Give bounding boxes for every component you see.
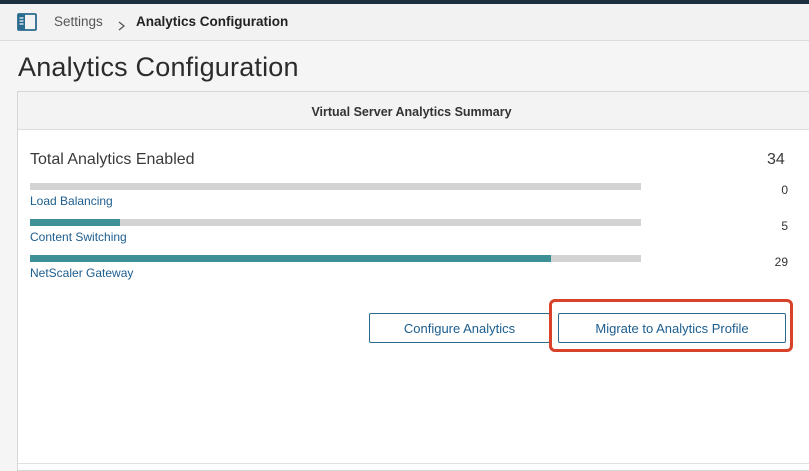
netscaler-gateway-bar bbox=[30, 255, 641, 262]
configure-analytics-button[interactable]: Configure Analytics bbox=[369, 313, 550, 343]
netscaler-gateway-count: 29 bbox=[774, 255, 788, 269]
content-switching-link[interactable]: Content Switching bbox=[30, 230, 127, 244]
load-balancing-bar bbox=[30, 183, 641, 190]
content-switching-count: 5 bbox=[781, 219, 788, 233]
highlight-annotation bbox=[549, 299, 793, 352]
total-analytics-value: 34 bbox=[767, 151, 785, 168]
breadcrumb-current: Analytics Configuration bbox=[136, 14, 289, 29]
breadcrumb: Settings Analytics Configuration bbox=[0, 4, 809, 41]
chevron-right-icon bbox=[117, 18, 126, 31]
panel-header: Virtual Server Analytics Summary bbox=[18, 92, 809, 130]
content-switching-bar-fill bbox=[30, 219, 120, 226]
content-switching-bar bbox=[30, 219, 641, 226]
load-balancing-link[interactable]: Load Balancing bbox=[30, 194, 113, 208]
load-balancing-count: 0 bbox=[781, 183, 788, 197]
breadcrumb-settings-link[interactable]: Settings bbox=[54, 14, 103, 29]
panel-divider bbox=[18, 463, 809, 464]
total-analytics-label: Total Analytics Enabled bbox=[30, 151, 195, 168]
netscaler-gateway-bar-fill bbox=[30, 255, 552, 262]
analytics-summary-panel: Virtual Server Analytics Summary Total A… bbox=[17, 91, 809, 471]
panel-title: Virtual Server Analytics Summary bbox=[311, 105, 512, 119]
netscaler-gateway-link[interactable]: NetScaler Gateway bbox=[30, 266, 133, 280]
sidebar-toggle-icon[interactable] bbox=[17, 13, 37, 31]
page-title: Analytics Configuration bbox=[18, 52, 299, 82]
